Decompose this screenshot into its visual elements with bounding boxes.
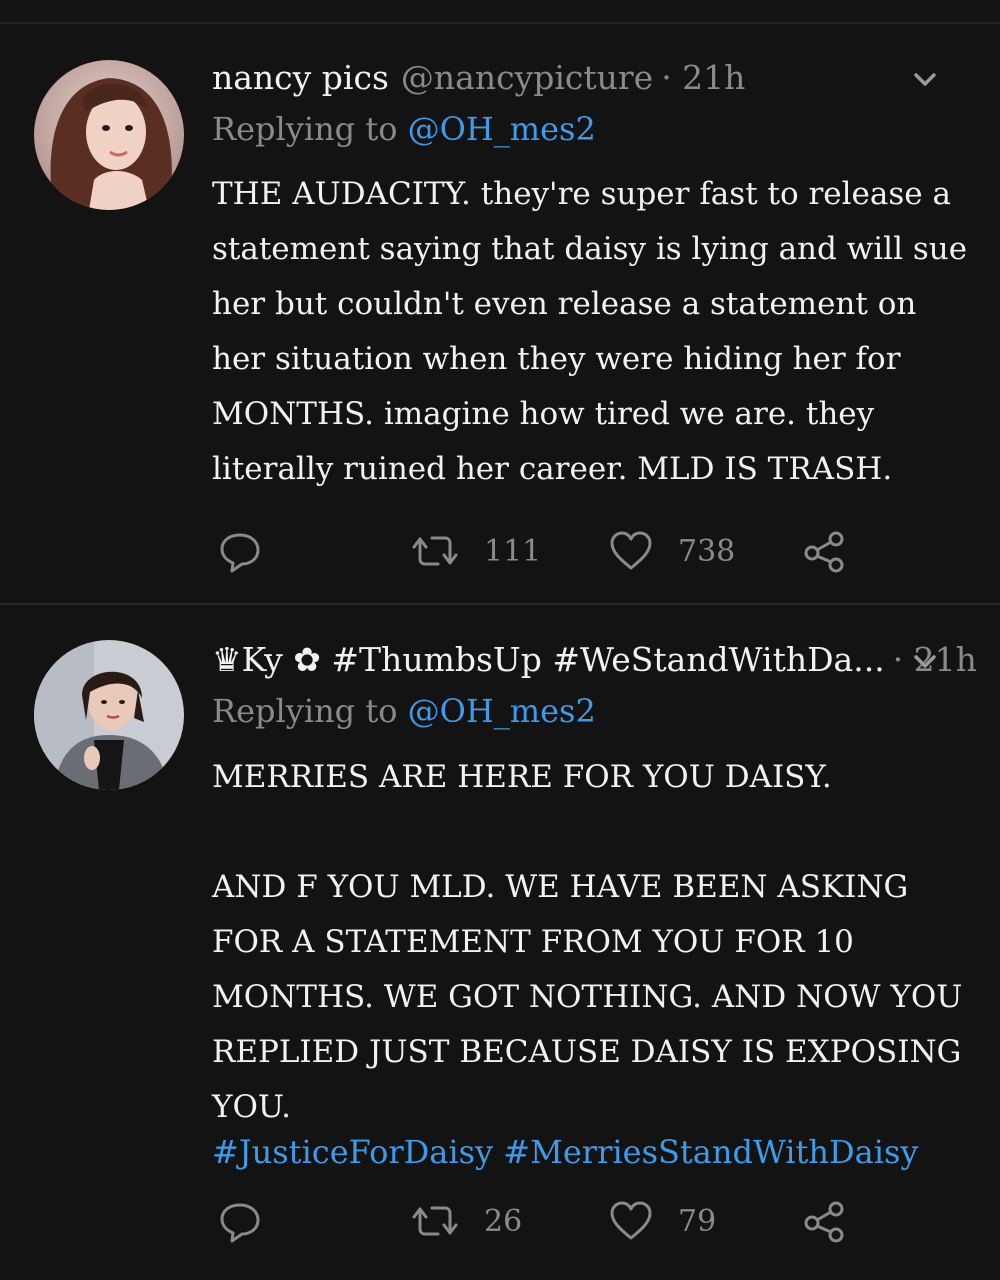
reply-button[interactable] (218, 1196, 262, 1246)
retweet-icon (412, 536, 458, 566)
tweet-text: MERRIES ARE HERE FOR YOU DAISY. AND F YO… (212, 759, 963, 1125)
tweet[interactable]: nancy pics @nancypicture · 21h Replying … (0, 24, 1000, 604)
chevron-down-icon[interactable] (910, 64, 940, 94)
avatar[interactable] (34, 640, 184, 790)
share-button[interactable] (802, 1196, 846, 1246)
retweet-count: 26 (484, 1203, 523, 1239)
chevron-down-icon[interactable] (910, 646, 940, 676)
tweet-divider (0, 603, 1000, 605)
replying-to-label: Replying to (212, 110, 398, 148)
replying-to-handle[interactable]: @OH_mes2 (408, 110, 596, 148)
display-name[interactable]: nancy pics (212, 58, 389, 97)
tweet-text: THE AUDACITY. they're super fast to rele… (212, 176, 977, 487)
display-name[interactable]: ♛Ky ✿ #ThumbsUp #WeStandWithDa... (212, 640, 885, 679)
tweet[interactable]: ♛Ky ✿ #ThumbsUp #WeStandWithDa... · 21h … (0, 606, 1000, 1280)
like-button[interactable]: 79 (608, 1196, 716, 1246)
avatar[interactable] (34, 60, 184, 210)
retweet-icon (412, 1206, 458, 1236)
retweet-button[interactable]: 26 (410, 1196, 522, 1246)
share-icon (804, 1201, 844, 1243)
replying-to-handle[interactable]: @OH_mes2 (408, 692, 596, 730)
retweet-button[interactable]: 111 (410, 526, 541, 576)
timestamp[interactable]: · 21h (661, 58, 745, 97)
user-handle[interactable]: @nancypicture (401, 58, 653, 97)
tweet-header: ♛Ky ✿ #ThumbsUp #WeStandWithDa... · 21h (212, 634, 977, 684)
tweet-header: nancy pics @nancypicture · 21h (212, 52, 970, 102)
like-button[interactable]: 738 (608, 526, 735, 576)
share-button[interactable] (802, 526, 846, 576)
tweet-hashtags[interactable]: #JusticeForDaisy #MerriesStandWithDaisy (212, 1133, 918, 1171)
share-icon (804, 531, 844, 573)
tweet-actions: 111 738 (212, 526, 862, 576)
replying-to-label: Replying to (212, 692, 398, 730)
reply-button[interactable] (218, 526, 262, 576)
reply-icon (220, 1203, 260, 1243)
like-count: 79 (678, 1203, 717, 1239)
like-icon (610, 1201, 652, 1240)
replying-to: Replying to @OH_mes2 (212, 110, 596, 148)
replying-to: Replying to @OH_mes2 (212, 692, 596, 730)
reply-icon (220, 533, 260, 573)
like-icon (610, 531, 652, 570)
like-count: 738 (678, 533, 736, 569)
tweet-actions: 26 79 (212, 1196, 862, 1246)
retweet-count: 111 (484, 533, 542, 569)
